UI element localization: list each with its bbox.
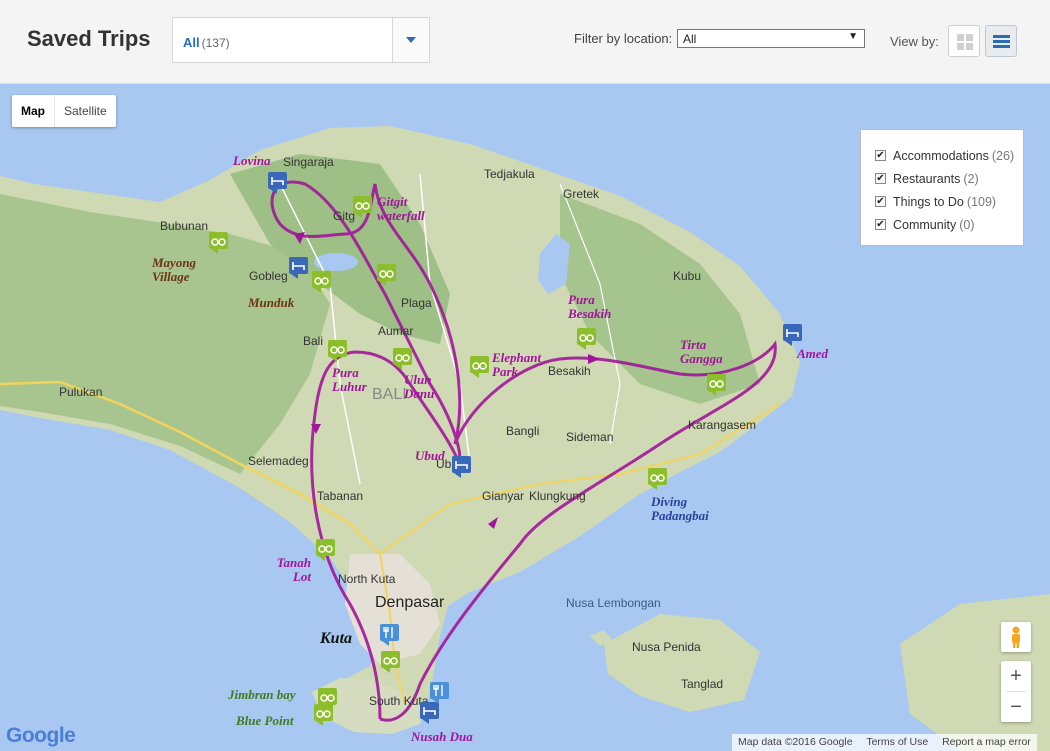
category-legend: ✔ Accommodations (26) ✔ Restaurants (2) ✔ … (860, 129, 1024, 246)
place-denpasar: Denpasar (375, 594, 445, 611)
binoculars-icon[interactable] (470, 356, 489, 378)
list-view-button[interactable] (985, 25, 1017, 57)
place-gianyar: Gianyar (482, 489, 525, 503)
fork-knife-icon[interactable] (430, 682, 449, 704)
binoculars-icon[interactable] (381, 651, 400, 673)
page-title: Saved Trips (27, 26, 151, 51)
place-north-kuta: North Kuta (338, 572, 396, 586)
legend-restaurants[interactable]: ✔ Restaurants (2) (875, 167, 1023, 190)
place-tedjakula: Tedjakula (484, 167, 535, 181)
location-filter-value: All (683, 32, 697, 46)
bed-icon[interactable] (268, 172, 287, 194)
map-type-control: Map Satellite (12, 95, 116, 127)
trip-filter-value: All (137) (183, 35, 230, 50)
binoculars-icon[interactable] (209, 232, 228, 254)
chevron-down-icon (406, 37, 416, 43)
place-nusa-penida: Nusa Penida (632, 640, 701, 654)
callout-lovina: Lovina (233, 153, 271, 168)
binoculars-icon[interactable] (353, 196, 372, 218)
binoculars-icon[interactable] (393, 348, 412, 370)
callout-ulun-danu: Ulun Danu (404, 372, 435, 401)
place-bali: Bali (303, 334, 324, 348)
place-tabanan: Tabanan (317, 489, 364, 503)
callout-pura-besakih: Pura Besakih (568, 292, 612, 321)
callout-amed: Amed (797, 346, 829, 361)
place-singaraja: Singaraja (283, 155, 334, 169)
fork-knife-icon[interactable] (380, 624, 399, 646)
place-selemadeg: Selemadeg (248, 454, 309, 468)
checkbox-checked-icon[interactable]: ✔ (875, 219, 886, 230)
binoculars-icon[interactable] (314, 704, 333, 726)
map-canvas[interactable]: Singaraja Tedjakula Gretek Bubunan Goble… (0, 84, 1050, 751)
binoculars-icon[interactable] (316, 539, 335, 561)
binoculars-icon[interactable] (648, 468, 667, 490)
binoculars-icon[interactable] (707, 374, 726, 396)
checkbox-checked-icon[interactable]: ✔ (875, 196, 886, 207)
legend-accommodations[interactable]: ✔ Accommodations (26) (875, 144, 1023, 167)
report-error-link[interactable]: Report a map error (942, 736, 1031, 748)
pegman-icon (1012, 626, 1020, 648)
bed-icon[interactable] (289, 257, 308, 279)
checkbox-checked-icon[interactable]: ✔ (875, 173, 886, 184)
callout-kuta: Kuta (320, 630, 353, 647)
place-bangli: Bangli (506, 424, 540, 438)
dropdown-toggle[interactable] (392, 18, 429, 62)
zoom-control: + − (1001, 661, 1031, 722)
place-tanglad: Tanglad (681, 677, 724, 691)
place-kubu: Kubu (673, 269, 702, 283)
callout-elephant-park: Elephant Park (492, 350, 542, 379)
view-by-label: View by: (890, 34, 939, 49)
map-type-satellite-button[interactable]: Satellite (54, 95, 116, 127)
legend-things-to-do[interactable]: ✔ Things to Do (109) (875, 190, 1023, 213)
callout-ubud: Ubud (415, 448, 445, 463)
terms-link[interactable]: Terms of Use (866, 736, 928, 748)
callout-jimbran: Jimbran bay (228, 687, 296, 702)
callout-tirta-gangga: Tirta Gangga (680, 337, 723, 366)
callout-mayong: Mayong Village (152, 255, 197, 284)
location-filter-label: Filter by location: (574, 31, 673, 46)
place-karangasem: Karangasem (688, 418, 757, 432)
place-pulukan: Pulukan (59, 385, 103, 399)
place-sideman: Sideman (566, 430, 614, 444)
binoculars-icon[interactable] (377, 264, 396, 286)
map-attribution: Map data ©2016 Google Terms of Use Repor… (732, 734, 1037, 751)
place-gitg: Gitg (333, 209, 356, 223)
grid-view-button[interactable] (948, 25, 980, 57)
trip-filter-dropdown[interactable]: All (137) (172, 17, 430, 63)
place-klungkung: Klungkung (529, 489, 586, 503)
place-gretek: Gretek (563, 187, 600, 201)
place-gobleg: Gobleg (249, 269, 288, 283)
header-bar: Saved Trips All (137) Filter by location:… (0, 0, 1050, 84)
callout-nusah-dua: Nusah Dua (411, 729, 473, 744)
legend-community[interactable]: ✔ Community (0) (875, 213, 1023, 236)
place-plaga: Plaga (401, 296, 432, 310)
place-nusa-lembongan: Nusa Lembongan (566, 596, 661, 610)
map-data-credit: Map data ©2016 Google (738, 736, 853, 748)
place-bali-region: BALI (372, 386, 407, 403)
binoculars-icon[interactable] (577, 328, 596, 350)
street-view-button[interactable] (1001, 622, 1031, 652)
binoculars-icon[interactable] (328, 340, 347, 362)
place-aumar: Aumar (378, 324, 414, 338)
map-type-map-button[interactable]: Map (12, 95, 54, 127)
callout-gitgit: Gitgit waterfall (377, 194, 425, 223)
caret-down-icon: ▼ (848, 31, 858, 42)
zoom-out-button[interactable]: − (1001, 692, 1031, 722)
callout-munduk: Munduk (248, 295, 295, 310)
callout-blue-point: Blue Point (236, 713, 294, 728)
bed-icon[interactable] (452, 456, 471, 478)
zoom-in-button[interactable]: + (1001, 661, 1031, 691)
lake-tamblingan (314, 253, 358, 271)
nusa-penida-island (604, 614, 760, 712)
callout-pura-luhur: Pura Luhur (332, 365, 367, 394)
callout-diving: Diving Padangbai (651, 494, 709, 523)
bed-icon[interactable] (420, 702, 439, 724)
binoculars-icon[interactable] (312, 271, 331, 293)
checkbox-checked-icon[interactable]: ✔ (875, 150, 886, 161)
location-filter-select[interactable]: All ▼ (677, 29, 865, 48)
bed-icon[interactable] (783, 324, 802, 346)
callout-tanah-lot: Tanah Lot (276, 555, 311, 584)
google-logo: Google (6, 724, 76, 747)
place-bubunan: Bubunan (160, 219, 209, 233)
